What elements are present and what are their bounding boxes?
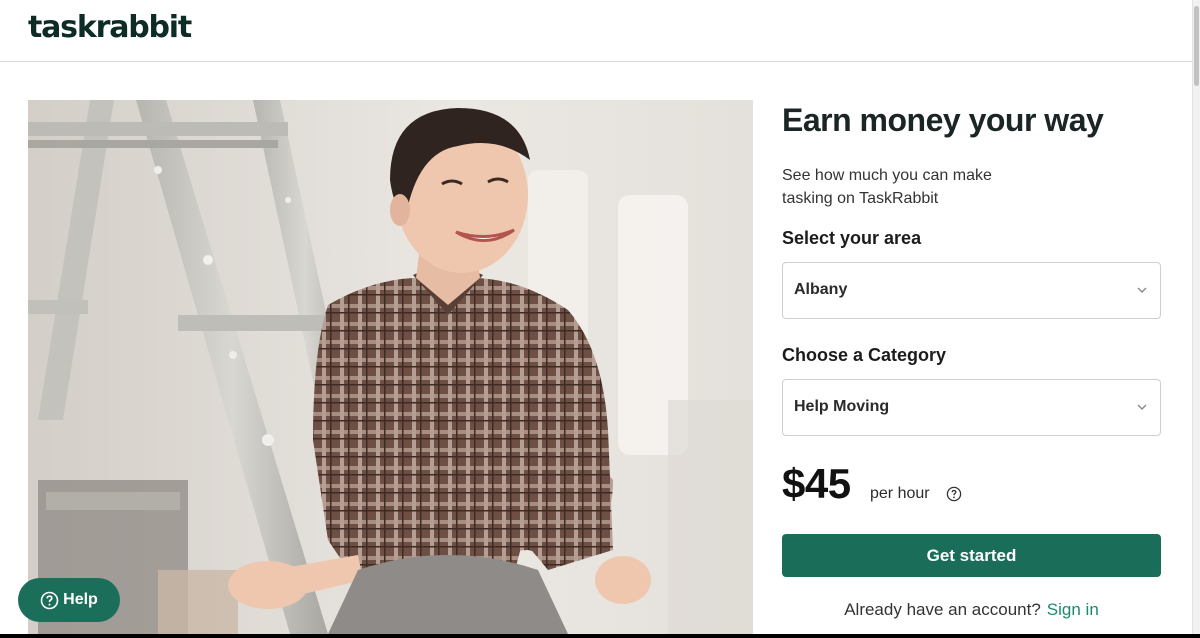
area-select[interactable]: Albany	[782, 262, 1161, 319]
page-scrollbar[interactable]	[1192, 0, 1200, 634]
category-select-value: Help Moving	[794, 398, 890, 415]
help-button-content: Help	[18, 591, 120, 610]
chevron-down-icon	[1137, 404, 1147, 410]
category-label: Choose a Category	[782, 345, 947, 365]
hero-illustration	[28, 100, 753, 634]
hero-photo	[28, 100, 753, 634]
site-header: taskrabbit	[0, 0, 1192, 62]
page-viewport: taskrabbit Earn money your way See how m…	[0, 0, 1200, 634]
help-button[interactable]: Help	[18, 578, 120, 622]
taskrabbit-logo[interactable]: taskrabbit	[28, 10, 192, 45]
scrollbar-thumb[interactable]	[1194, 6, 1199, 86]
question-circle-icon	[40, 591, 59, 609]
chevron-down-icon	[1137, 287, 1147, 293]
question-circle-icon[interactable]	[946, 486, 962, 502]
sign-in-link[interactable]: Sign in	[1047, 600, 1099, 619]
get-started-button[interactable]: Get started	[782, 534, 1161, 577]
help-label: Help	[63, 591, 98, 608]
account-prompt: Already have an account?	[844, 600, 1041, 619]
signin-row: Already have an account? Sign in	[782, 600, 1161, 620]
hourly-price: $45	[782, 460, 851, 507]
category-select[interactable]: Help Moving	[782, 379, 1161, 436]
area-select-value: Albany	[794, 281, 848, 298]
form-subtitle: See how much you can make tasking on Tas…	[782, 167, 992, 207]
form-title: Earn money your way	[782, 102, 1104, 138]
area-label: Select your area	[782, 228, 922, 248]
price-unit: per hour	[870, 485, 930, 502]
